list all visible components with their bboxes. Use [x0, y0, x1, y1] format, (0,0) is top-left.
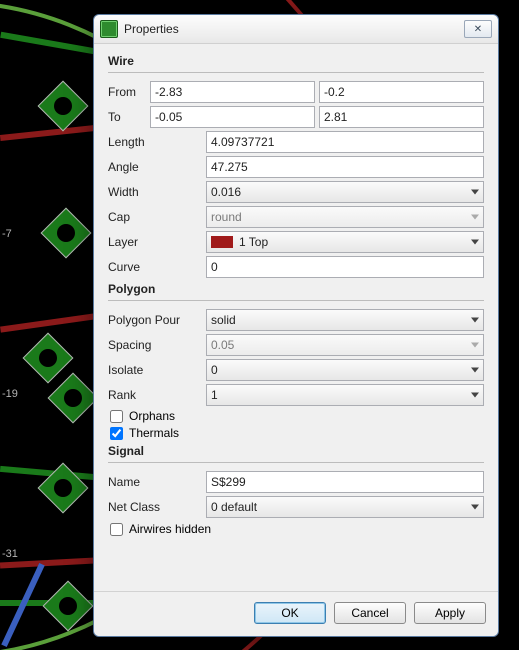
- chevron-down-icon: [471, 240, 479, 245]
- netclass-combo[interactable]: 0 default: [206, 496, 484, 518]
- bg-annot-b: -19: [2, 388, 18, 400]
- chevron-down-icon: [471, 215, 479, 220]
- spacing-label: Spacing: [108, 338, 206, 352]
- orphans-checkbox[interactable]: [110, 410, 123, 423]
- to-label: To: [108, 110, 150, 124]
- to-x-input[interactable]: [150, 106, 315, 128]
- from-y-input[interactable]: [319, 81, 484, 103]
- spacing-value: 0.05: [211, 335, 234, 355]
- layer-label: Layer: [108, 235, 206, 249]
- close-button[interactable]: ✕: [464, 20, 492, 38]
- curve-input[interactable]: [206, 256, 484, 278]
- layer-color-swatch: [211, 236, 233, 248]
- button-bar: OK Cancel Apply: [94, 591, 498, 636]
- isolate-combo[interactable]: 0: [206, 359, 484, 381]
- angle-input[interactable]: [206, 156, 484, 178]
- width-combo[interactable]: 0.016: [206, 181, 484, 203]
- cancel-button[interactable]: Cancel: [334, 602, 406, 624]
- angle-label: Angle: [108, 160, 206, 174]
- signal-name-input[interactable]: [206, 471, 484, 493]
- close-icon: ✕: [474, 24, 482, 35]
- orphans-label: Orphans: [129, 409, 175, 423]
- wire-heading: Wire: [108, 54, 484, 68]
- ok-button[interactable]: OK: [254, 602, 326, 624]
- isolate-value: 0: [211, 360, 218, 380]
- apply-button[interactable]: Apply: [414, 602, 486, 624]
- spacing-combo[interactable]: 0.05: [206, 334, 484, 356]
- chevron-down-icon: [471, 343, 479, 348]
- width-value: 0.016: [211, 182, 241, 202]
- rank-combo[interactable]: 1: [206, 384, 484, 406]
- name-label: Name: [108, 475, 206, 489]
- dialog-titlebar[interactable]: Properties ✕: [94, 15, 498, 44]
- length-input[interactable]: [206, 131, 484, 153]
- length-label: Length: [108, 135, 206, 149]
- chevron-down-icon: [471, 190, 479, 195]
- cap-value: round: [211, 207, 242, 227]
- layer-combo[interactable]: 1 Top: [206, 231, 484, 253]
- airwires-hidden-checkbox[interactable]: [110, 523, 123, 536]
- layer-value: 1 Top: [239, 232, 268, 252]
- properties-dialog: Properties ✕ Wire From To Length Angle W…: [93, 14, 499, 637]
- chevron-down-icon: [471, 318, 479, 323]
- netclass-label: Net Class: [108, 500, 206, 514]
- curve-label: Curve: [108, 260, 206, 274]
- netclass-value: 0 default: [211, 497, 257, 517]
- chevron-down-icon: [471, 393, 479, 398]
- from-x-input[interactable]: [150, 81, 315, 103]
- rank-value: 1: [211, 385, 218, 405]
- app-icon: [100, 20, 118, 38]
- cap-combo[interactable]: round: [206, 206, 484, 228]
- bg-annot-a: -7: [2, 228, 12, 240]
- airwires-hidden-label: Airwires hidden: [129, 522, 211, 536]
- chevron-down-icon: [471, 368, 479, 373]
- chevron-down-icon: [471, 505, 479, 510]
- rank-label: Rank: [108, 388, 206, 402]
- signal-heading: Signal: [108, 444, 484, 458]
- pour-combo[interactable]: solid: [206, 309, 484, 331]
- from-label: From: [108, 85, 150, 99]
- pour-value: solid: [211, 310, 236, 330]
- bg-annot-c: -31: [2, 548, 18, 560]
- dialog-content: Wire From To Length Angle Width 0.016: [94, 44, 498, 591]
- pour-label: Polygon Pour: [108, 313, 206, 327]
- thermals-checkbox[interactable]: [110, 427, 123, 440]
- thermals-label: Thermals: [129, 426, 179, 440]
- width-label: Width: [108, 185, 206, 199]
- cap-label: Cap: [108, 210, 206, 224]
- dialog-title: Properties: [124, 22, 179, 36]
- isolate-label: Isolate: [108, 363, 206, 377]
- to-y-input[interactable]: [319, 106, 484, 128]
- polygon-heading: Polygon: [108, 282, 484, 296]
